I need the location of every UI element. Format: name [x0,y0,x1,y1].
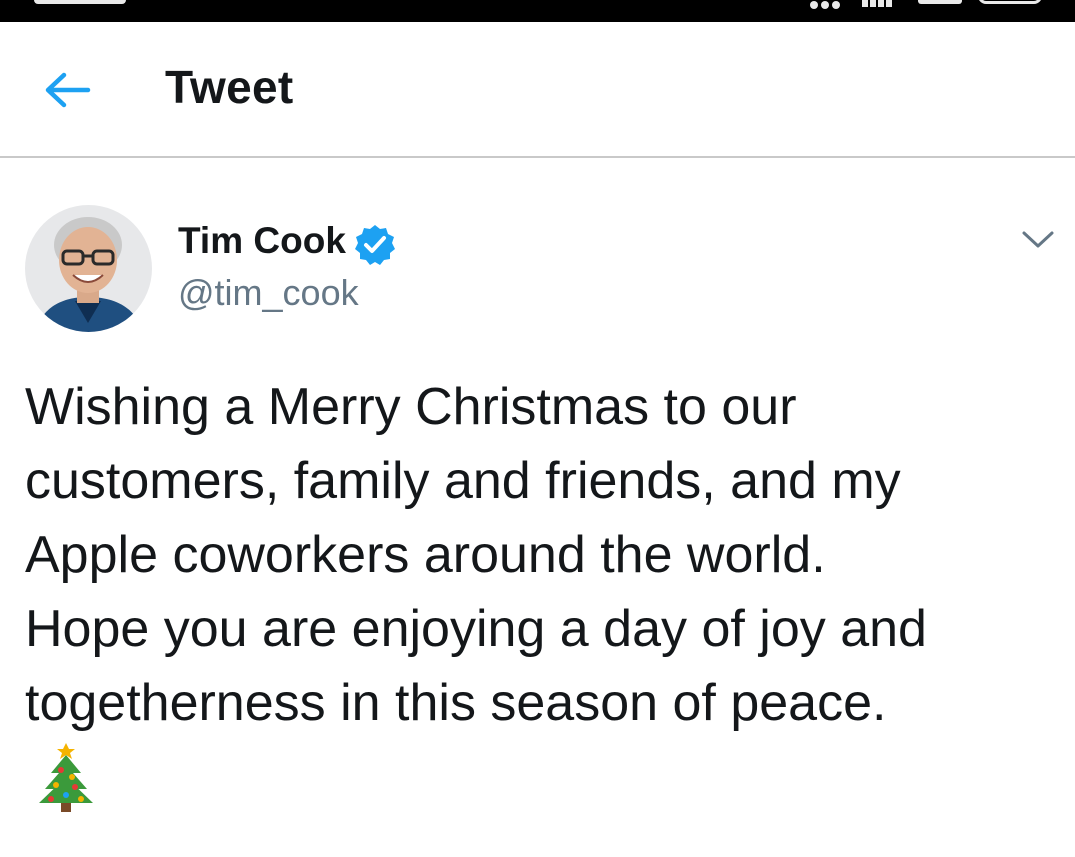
battery-icon [978,0,1042,4]
signal-icon [862,0,902,7]
tweet-text-line: Wishing a Merry Christmas to our [25,378,797,436]
header-bar: Tweet [0,22,1075,158]
tweet-menu-button[interactable] [1017,225,1059,255]
network-icon [918,0,962,4]
arrow-left-icon [45,72,91,108]
avatar[interactable] [25,205,152,332]
tweet-detail-screen: Tweet Tim Cook @tim_cook Wishing a Merry… [0,0,1075,857]
tweet-text-line: Apple coworkers around the world. [25,526,826,584]
notification-dots-icon [810,0,860,9]
chevron-down-icon [1022,231,1054,248]
author-display-name[interactable]: Tim Cook [178,220,346,262]
christmas-tree-icon [39,743,93,812]
page-title: Tweet [165,61,294,113]
back-button[interactable] [40,68,92,112]
status-bar [0,0,1075,22]
tweet-text-line: Hope you are enjoying a day of joy and [25,600,927,658]
tweet-text-line: customers, family and friends, and my [25,452,901,510]
clock-indicator [34,0,126,4]
verified-badge-icon [355,225,395,265]
author-handle[interactable]: @tim_cook [178,272,359,314]
tweet-text: Wishing a Merry Christmas to our custome… [25,370,1055,740]
tweet-text-line: togetherness in this season of peace. [25,674,887,732]
